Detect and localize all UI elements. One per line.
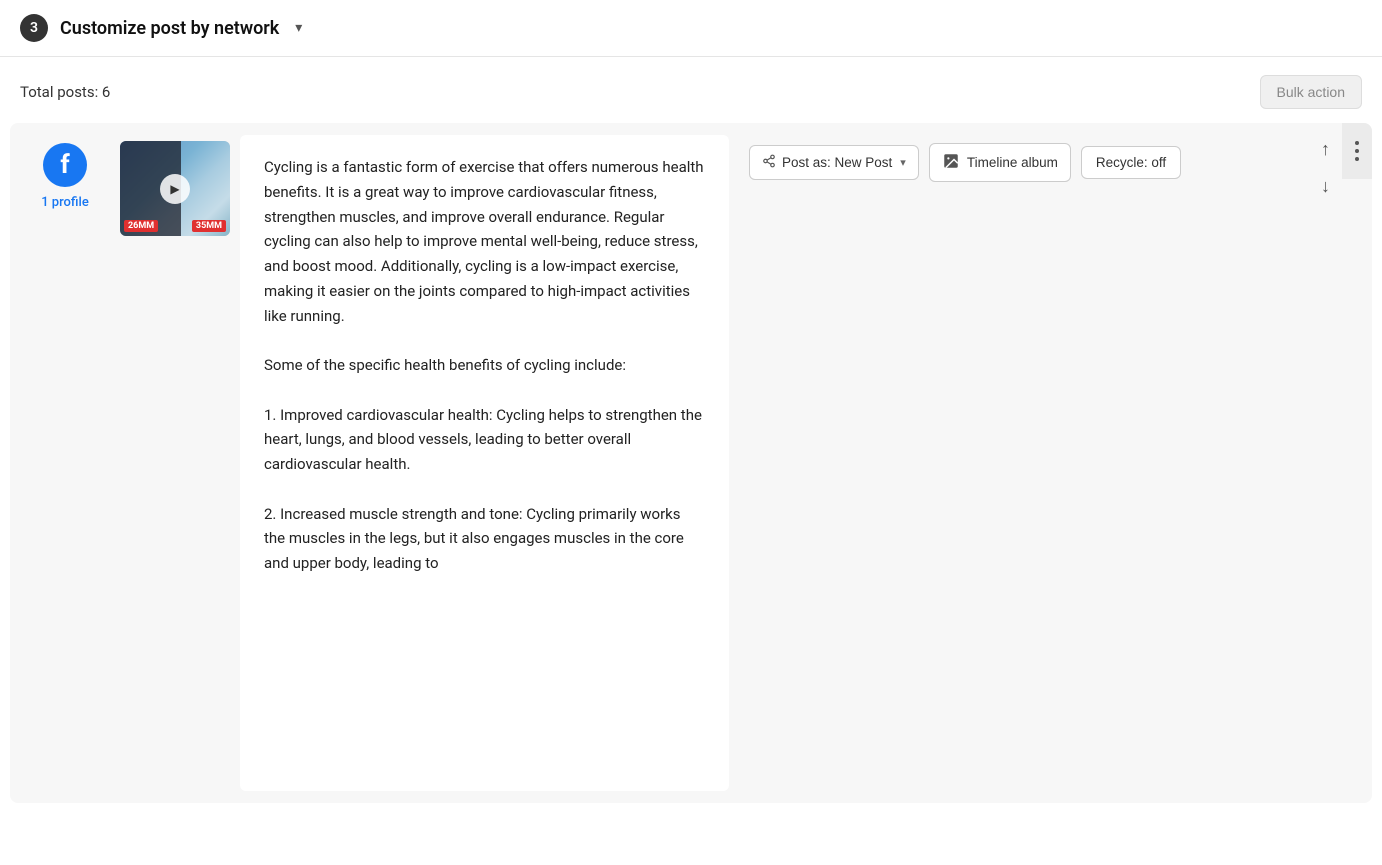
- move-down-button[interactable]: ↓: [1317, 172, 1334, 201]
- thumbnail-label-35mm: 35MM: [192, 220, 226, 232]
- image-icon: [942, 152, 960, 173]
- up-arrow-icon: ↑: [1321, 139, 1330, 160]
- post-as-label: Post as: New Post: [782, 155, 892, 170]
- post-paragraph-4: 2. Increased muscle strength and tone: C…: [264, 502, 705, 576]
- play-button-icon[interactable]: ▶: [160, 174, 190, 204]
- share-icon: [762, 154, 776, 171]
- post-actions-section: Post as: New Post ▾ Timeline album Recyc…: [729, 123, 1309, 803]
- dot-1: [1355, 141, 1359, 145]
- down-arrow-icon: ↓: [1321, 176, 1330, 197]
- action-buttons-row: Post as: New Post ▾ Timeline album Recyc…: [749, 143, 1293, 182]
- page-title: Customize post by network: [60, 18, 279, 39]
- thumbnail-wrapper: ▶ 26MM 35MM: [120, 141, 230, 236]
- facebook-icon: f: [43, 143, 87, 187]
- dot-2: [1355, 149, 1359, 153]
- more-options-panel: [1342, 123, 1372, 179]
- recycle-button[interactable]: Recycle: off: [1081, 146, 1181, 179]
- profile-section: f 1 profile: [10, 123, 120, 803]
- step-badge: 3: [20, 14, 48, 42]
- post-as-dropdown-icon: ▾: [900, 156, 906, 169]
- toolbar: Total posts: 6 Bulk action: [0, 57, 1382, 123]
- thumbnail-label-26mm: 26MM: [124, 220, 158, 232]
- timeline-album-label: Timeline album: [967, 155, 1058, 170]
- thumbnail-section: ▶ 26MM 35MM: [120, 123, 240, 803]
- bulk-action-button[interactable]: Bulk action: [1260, 75, 1362, 109]
- post-paragraph-2: Some of the specific health benefits of …: [264, 353, 705, 378]
- profile-count-label: 1 profile: [41, 195, 89, 210]
- post-paragraph-1: Cycling is a fantastic form of exercise …: [264, 155, 705, 328]
- thumbnail-background: ▶ 26MM 35MM: [120, 141, 230, 236]
- page-header: 3 Customize post by network ▾: [0, 0, 1382, 57]
- right-side-controls: ↑ ↓: [1309, 123, 1372, 803]
- post-content-section: Cycling is a fantastic form of exercise …: [240, 135, 729, 791]
- move-up-button[interactable]: ↑: [1317, 135, 1334, 164]
- nav-arrows: ↑ ↓: [1309, 123, 1342, 213]
- post-text[interactable]: Cycling is a fantastic form of exercise …: [264, 155, 705, 576]
- total-posts-label: Total posts: 6: [20, 83, 110, 101]
- post-card: f 1 profile ▶ 26MM 35MM Cycling is a fan…: [10, 123, 1372, 803]
- post-paragraph-3: 1. Improved cardiovascular health: Cycli…: [264, 403, 705, 477]
- timeline-album-button[interactable]: Timeline album: [929, 143, 1071, 182]
- chevron-down-icon[interactable]: ▾: [295, 20, 302, 36]
- post-as-button[interactable]: Post as: New Post ▾: [749, 145, 919, 180]
- dots-icon: [1355, 141, 1359, 161]
- more-options-button[interactable]: [1349, 133, 1365, 169]
- dot-3: [1355, 157, 1359, 161]
